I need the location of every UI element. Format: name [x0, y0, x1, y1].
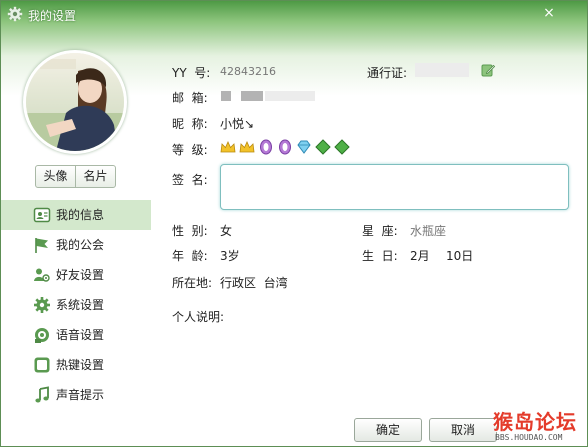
email-redacted — [221, 91, 231, 101]
birthday-month: 2月 — [410, 249, 430, 263]
birthday-label: 生 日: — [362, 249, 398, 263]
left-panel: 头像 名片 我的信息 我的公会 好友设置 系统设置 语音设置 热键设置 声音提示 — [1, 29, 151, 419]
avatar[interactable] — [23, 50, 127, 154]
forum-watermark: 猴岛论坛 BBS.HOUDAO.COM — [493, 406, 587, 446]
signature-input[interactable] — [220, 164, 569, 210]
sidebar-item-label: 语音设置 — [56, 328, 105, 342]
email-redacted — [265, 91, 315, 101]
keyboard-icon — [34, 357, 50, 373]
email-label: 邮 箱: — [172, 91, 208, 105]
sidebar-item-voice-settings[interactable]: 语音设置 — [1, 320, 151, 350]
yy-number: 42843216 — [220, 65, 276, 78]
passport-redacted — [415, 63, 469, 77]
sidebar-item-label: 声音提示 — [56, 388, 105, 402]
passport-label: 通行证: — [367, 66, 408, 80]
gender-label: 性 别: — [172, 224, 208, 238]
sidebar-item-my-info[interactable]: 我的信息 — [1, 200, 151, 230]
id-card-icon — [33, 207, 51, 223]
watermark-brand: 猴岛论坛 — [493, 410, 577, 434]
signature-label: 签 名: — [172, 173, 208, 187]
sidebar-item-sound-alerts[interactable]: 声音提示 — [1, 380, 151, 410]
avatar-photo — [26, 53, 124, 151]
speaker-icon — [35, 328, 49, 343]
tab-avatar[interactable]: 头像 — [36, 166, 75, 187]
window-title: 我的设置 — [28, 9, 77, 23]
watermark-url: BBS.HOUDAO.COM — [495, 433, 563, 442]
location-value: 行政区 台湾 — [220, 276, 288, 290]
email-redacted — [241, 91, 263, 101]
sidebar-item-friend-settings[interactable]: 好友设置 — [1, 260, 151, 290]
age-label: 年 龄: — [172, 249, 208, 263]
edit-icon[interactable] — [481, 63, 495, 77]
gender-value: 女 — [220, 224, 233, 238]
nickname-label: 昵 称: — [172, 117, 208, 131]
sidebar-item-label: 我的公会 — [56, 238, 105, 252]
friends-icon — [34, 268, 50, 282]
green-gem-icon — [315, 139, 331, 155]
close-icon[interactable]: × — [541, 5, 557, 21]
sidebar-item-system-settings[interactable]: 系统设置 — [1, 290, 151, 320]
yy-label: YY 号: — [172, 66, 211, 80]
nickname-value: 小悦↘ — [220, 117, 255, 131]
cancel-button[interactable]: 取消 — [429, 418, 497, 442]
green-gem-icon — [334, 139, 350, 155]
zodiac-label: 星 座: — [362, 224, 398, 238]
level-label: 等 级: — [172, 143, 208, 157]
gear-icon — [34, 297, 50, 313]
crown-icon — [239, 141, 255, 153]
sidebar-item-hotkey-settings[interactable]: 热键设置 — [1, 350, 151, 380]
tab-card[interactable]: 名片 — [75, 166, 115, 187]
age-value: 3岁 — [220, 249, 240, 263]
settings-window: 我的设置 × 头像 名片 我的信息 我的公会 好友设置 系统设置 语音设置 热键… — [0, 0, 588, 447]
location-label: 所在地: — [172, 276, 213, 290]
music-note-icon — [35, 386, 49, 403]
title-bar[interactable]: 我的设置 × — [1, 1, 587, 27]
purple-badge-icon — [260, 139, 272, 155]
crown-icon — [220, 141, 236, 153]
ok-button[interactable]: 确定 — [354, 418, 422, 442]
sidebar-nav: 我的信息 我的公会 好友设置 系统设置 语音设置 热键设置 声音提示 — [1, 200, 151, 410]
purple-badge-icon — [279, 139, 291, 155]
sidebar-item-label: 好友设置 — [56, 268, 105, 282]
sidebar-item-my-guild[interactable]: 我的公会 — [1, 230, 151, 260]
zodiac-value: 水瓶座 — [410, 224, 447, 238]
gear-icon — [7, 6, 23, 22]
sidebar-item-label: 系统设置 — [56, 298, 105, 312]
birthday-day: 10日 — [446, 249, 474, 263]
avatar-card-toggle: 头像 名片 — [35, 165, 116, 188]
description-label: 个人说明: — [172, 310, 225, 324]
diamond-icon — [297, 140, 311, 154]
sidebar-item-label: 热键设置 — [56, 358, 105, 372]
flag-icon — [35, 238, 48, 253]
sidebar-item-label: 我的信息 — [56, 208, 105, 222]
